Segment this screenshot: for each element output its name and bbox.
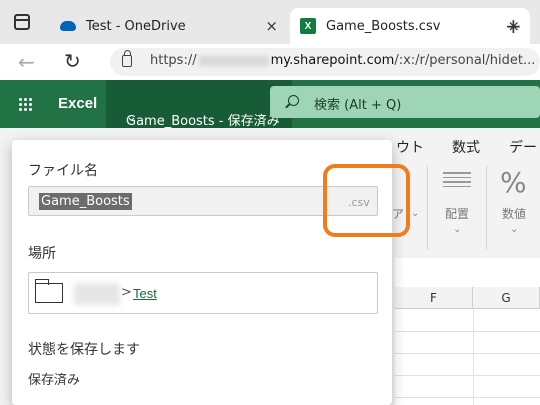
app-name[interactable]: Excel xyxy=(58,95,97,112)
row-line xyxy=(395,331,540,332)
document-title-button[interactable]: Game_Boosts - 保存済み ⌄ xyxy=(106,80,292,129)
chevron-down-icon[interactable]: ⌄ xyxy=(453,224,461,235)
file-name-value: Game_Boosts xyxy=(39,193,132,210)
ribbon-group-alignment[interactable]: 配置 xyxy=(445,205,469,222)
location-picker[interactable]: > Test xyxy=(28,272,378,314)
tab-title: Game_Boosts.csv xyxy=(326,18,441,34)
chevron-down-icon[interactable]: ⌄ xyxy=(411,208,419,219)
url-host: my.sharepoint.com xyxy=(270,53,395,68)
url-redacted xyxy=(198,55,269,66)
url-field[interactable]: https:// my.sharepoint.com/:x:/r/personal… xyxy=(110,48,540,76)
breadcrumb-separator: > xyxy=(121,285,132,300)
browser-tab-strip: Test - OneDrive × X Game_Boosts.csv × + xyxy=(0,0,540,44)
app-launcher-icon[interactable] xyxy=(18,97,32,111)
new-tab-button[interactable]: + xyxy=(505,14,522,38)
save-state-value: 保存済み xyxy=(28,373,81,388)
chevron-down-icon[interactable]: ⌄ xyxy=(510,224,518,235)
back-arrow-icon[interactable]: ← xyxy=(18,50,35,74)
tab-title: Test - OneDrive xyxy=(86,18,186,34)
url-path: /:x:/r/personal/hidet... xyxy=(394,53,536,68)
column-header-g[interactable]: G xyxy=(473,287,540,309)
ribbon-divider xyxy=(486,165,487,250)
search-placeholder: 検索 (Alt + Q) xyxy=(314,98,402,113)
tab-data[interactable]: デー xyxy=(509,137,537,157)
row-line xyxy=(395,375,540,376)
tab-game-boosts[interactable]: X Game_Boosts.csv × xyxy=(290,8,530,44)
row-line xyxy=(395,397,540,398)
search-icon xyxy=(288,95,299,106)
alignment-icon[interactable] xyxy=(443,172,471,194)
column-header-f[interactable]: F xyxy=(395,287,473,309)
url-prefix: https:// xyxy=(150,53,197,68)
address-bar-row: ← ↻ https:// my.sharepoint.com/:x:/r/pers… xyxy=(0,44,540,80)
chevron-down-icon: ⌄ xyxy=(126,110,137,125)
tab-formulas[interactable]: 数式 xyxy=(452,137,480,157)
tab-actions-icon[interactable] xyxy=(14,14,30,30)
location-label: 場所 xyxy=(28,246,56,262)
row-line xyxy=(395,353,540,354)
save-state-label: 状態を保存します xyxy=(28,342,140,358)
extension-highlight-annotation xyxy=(323,164,410,237)
ribbon-divider xyxy=(427,165,428,250)
excel-icon: X xyxy=(300,18,316,34)
location-redacted xyxy=(74,283,120,305)
percent-icon[interactable]: % xyxy=(500,166,527,199)
onedrive-icon xyxy=(60,21,76,31)
search-input[interactable]: 検索 (Alt + Q) xyxy=(270,86,540,118)
url-text: https:// my.sharepoint.com/:x:/r/personal… xyxy=(150,53,535,68)
doc-title-text: Game_Boosts - 保存済み xyxy=(126,114,280,129)
ribbon-group-number[interactable]: 数値 xyxy=(502,205,526,222)
column-line xyxy=(473,309,474,405)
folder-icon xyxy=(35,279,63,303)
close-icon[interactable]: × xyxy=(265,17,278,35)
tab-onedrive[interactable]: Test - OneDrive × xyxy=(46,8,288,44)
file-name-label: ファイル名 xyxy=(28,163,98,179)
lock-icon[interactable] xyxy=(122,50,132,67)
tab-page-layout[interactable]: ウト xyxy=(396,137,424,157)
reload-icon[interactable]: ↻ xyxy=(64,49,81,73)
location-folder-link[interactable]: Test xyxy=(133,286,157,301)
